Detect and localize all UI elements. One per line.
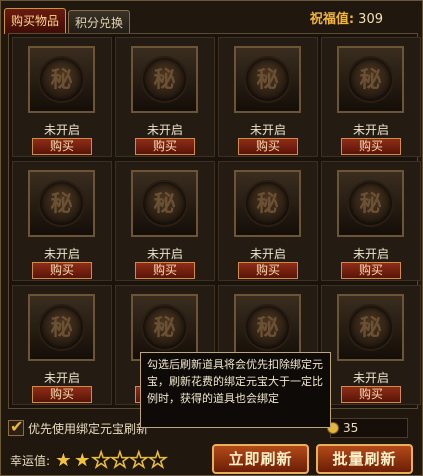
item-cell: 秘未开启购买 <box>115 37 215 157</box>
secret-seal-icon: 秘 <box>141 304 188 351</box>
item-slot[interactable]: 秘 <box>234 294 301 361</box>
item-status: 未开启 <box>43 371 80 385</box>
refresh-cost-value: 35 <box>343 421 359 435</box>
item-slot[interactable]: 秘 <box>131 170 198 237</box>
item-cell: 秘未开启购买 <box>12 161 112 281</box>
bound-ingot-option: ✔ 优先使用绑定元宝刷新 <box>8 417 148 439</box>
item-cell: 秘未开启购买 <box>218 161 318 281</box>
star-icon: ★ <box>110 448 130 472</box>
item-status: 未开启 <box>146 123 183 137</box>
bound-ingot-label: 优先使用绑定元宝刷新 <box>28 421 149 436</box>
item-cell: 秘未开启购买 <box>115 161 215 281</box>
batch-refresh-button[interactable]: 批量刷新 <box>316 444 413 474</box>
buy-button[interactable]: 购买 <box>341 386 401 403</box>
tab-bar: 购买物品 积分兑换 <box>4 8 131 34</box>
tooltip: 勾选后刷新道具将会优先扣除绑定元宝，刷新花费的绑定元宝大于一定比例时，获得的道具… <box>140 352 331 428</box>
tab-points-exchange[interactable]: 积分兑换 <box>68 10 131 34</box>
secret-seal-icon: 秘 <box>244 304 291 351</box>
secret-seal-icon: 秘 <box>347 56 394 103</box>
secret-seal-icon: 秘 <box>38 180 85 227</box>
secret-seal-icon: 秘 <box>347 180 394 227</box>
secret-seal-icon: 秘 <box>38 56 85 103</box>
item-slot[interactable]: 秘 <box>131 294 198 361</box>
secret-seal-icon: 秘 <box>244 180 291 227</box>
tooltip-text: 勾选后刷新道具将会优先扣除绑定元宝，刷新花费的绑定元宝大于一定比例时，获得的道具… <box>147 358 323 405</box>
luck-label: 幸运值: <box>10 453 51 468</box>
item-status: 未开启 <box>352 123 389 137</box>
refresh-now-button[interactable]: 立即刷新 <box>212 444 309 474</box>
buy-button[interactable]: 购买 <box>32 138 92 155</box>
item-slot[interactable]: 秘 <box>28 170 95 237</box>
item-status: 未开启 <box>249 247 286 261</box>
star-icon: ★ <box>91 448 111 472</box>
item-slot[interactable]: 秘 <box>337 294 404 361</box>
item-slot[interactable]: 秘 <box>234 46 301 113</box>
item-slot[interactable]: 秘 <box>28 294 95 361</box>
item-slot[interactable]: 秘 <box>337 46 404 113</box>
item-cell: 秘未开启购买 <box>321 37 421 157</box>
buy-button[interactable]: 购买 <box>238 262 298 279</box>
star-icon: ★ <box>129 448 149 472</box>
item-cell: 秘未开启购买 <box>12 285 112 405</box>
buy-button[interactable]: 购买 <box>238 138 298 155</box>
buy-button[interactable]: 购买 <box>32 386 92 403</box>
item-status: 未开启 <box>352 247 389 261</box>
item-status: 未开启 <box>146 247 183 261</box>
item-status: 未开启 <box>43 247 80 261</box>
bound-ingot-checkbox[interactable]: ✔ <box>8 417 24 436</box>
item-status: 未开启 <box>249 123 286 137</box>
blessing-label: 祝福值: <box>309 12 355 27</box>
tab-buy-items[interactable]: 购买物品 <box>4 8 67 34</box>
secret-seal-icon: 秘 <box>38 304 85 351</box>
secret-seal-icon: 秘 <box>244 56 291 103</box>
secret-seal-icon: 秘 <box>141 180 188 227</box>
buy-button[interactable]: 购买 <box>341 138 401 155</box>
item-slot[interactable]: 秘 <box>131 46 198 113</box>
blessing-display: 祝福值: 309 <box>310 8 383 27</box>
item-cell: 秘未开启购买 <box>321 161 421 281</box>
item-status: 未开启 <box>352 371 389 385</box>
item-slot[interactable]: 秘 <box>337 170 404 237</box>
star-icon: ★ <box>72 448 92 472</box>
item-slot[interactable]: 秘 <box>234 170 301 237</box>
item-cell: 秘未开启购买 <box>321 285 421 405</box>
item-cell: 秘未开启购买 <box>12 37 112 157</box>
secret-seal-icon: 秘 <box>141 56 188 103</box>
blessing-value: 309 <box>358 12 383 27</box>
secret-seal-icon: 秘 <box>347 304 394 351</box>
buy-button[interactable]: 购买 <box>135 138 195 155</box>
buy-button[interactable]: 购买 <box>32 262 92 279</box>
checkmark-icon: ✔ <box>10 417 24 436</box>
item-status: 未开启 <box>43 123 80 137</box>
buy-button[interactable]: 购买 <box>341 262 401 279</box>
item-slot[interactable]: 秘 <box>28 46 95 113</box>
luck-meter: 幸运值: ★★★★★★ <box>10 448 168 472</box>
refresh-cost: 35 <box>327 418 408 438</box>
buy-button[interactable]: 购买 <box>135 262 195 279</box>
star-icon: ★ <box>54 448 73 472</box>
star-icon: ★ <box>147 448 168 472</box>
item-cell: 秘未开启购买 <box>218 37 318 157</box>
luck-stars: ★★★★★★ <box>54 448 168 472</box>
